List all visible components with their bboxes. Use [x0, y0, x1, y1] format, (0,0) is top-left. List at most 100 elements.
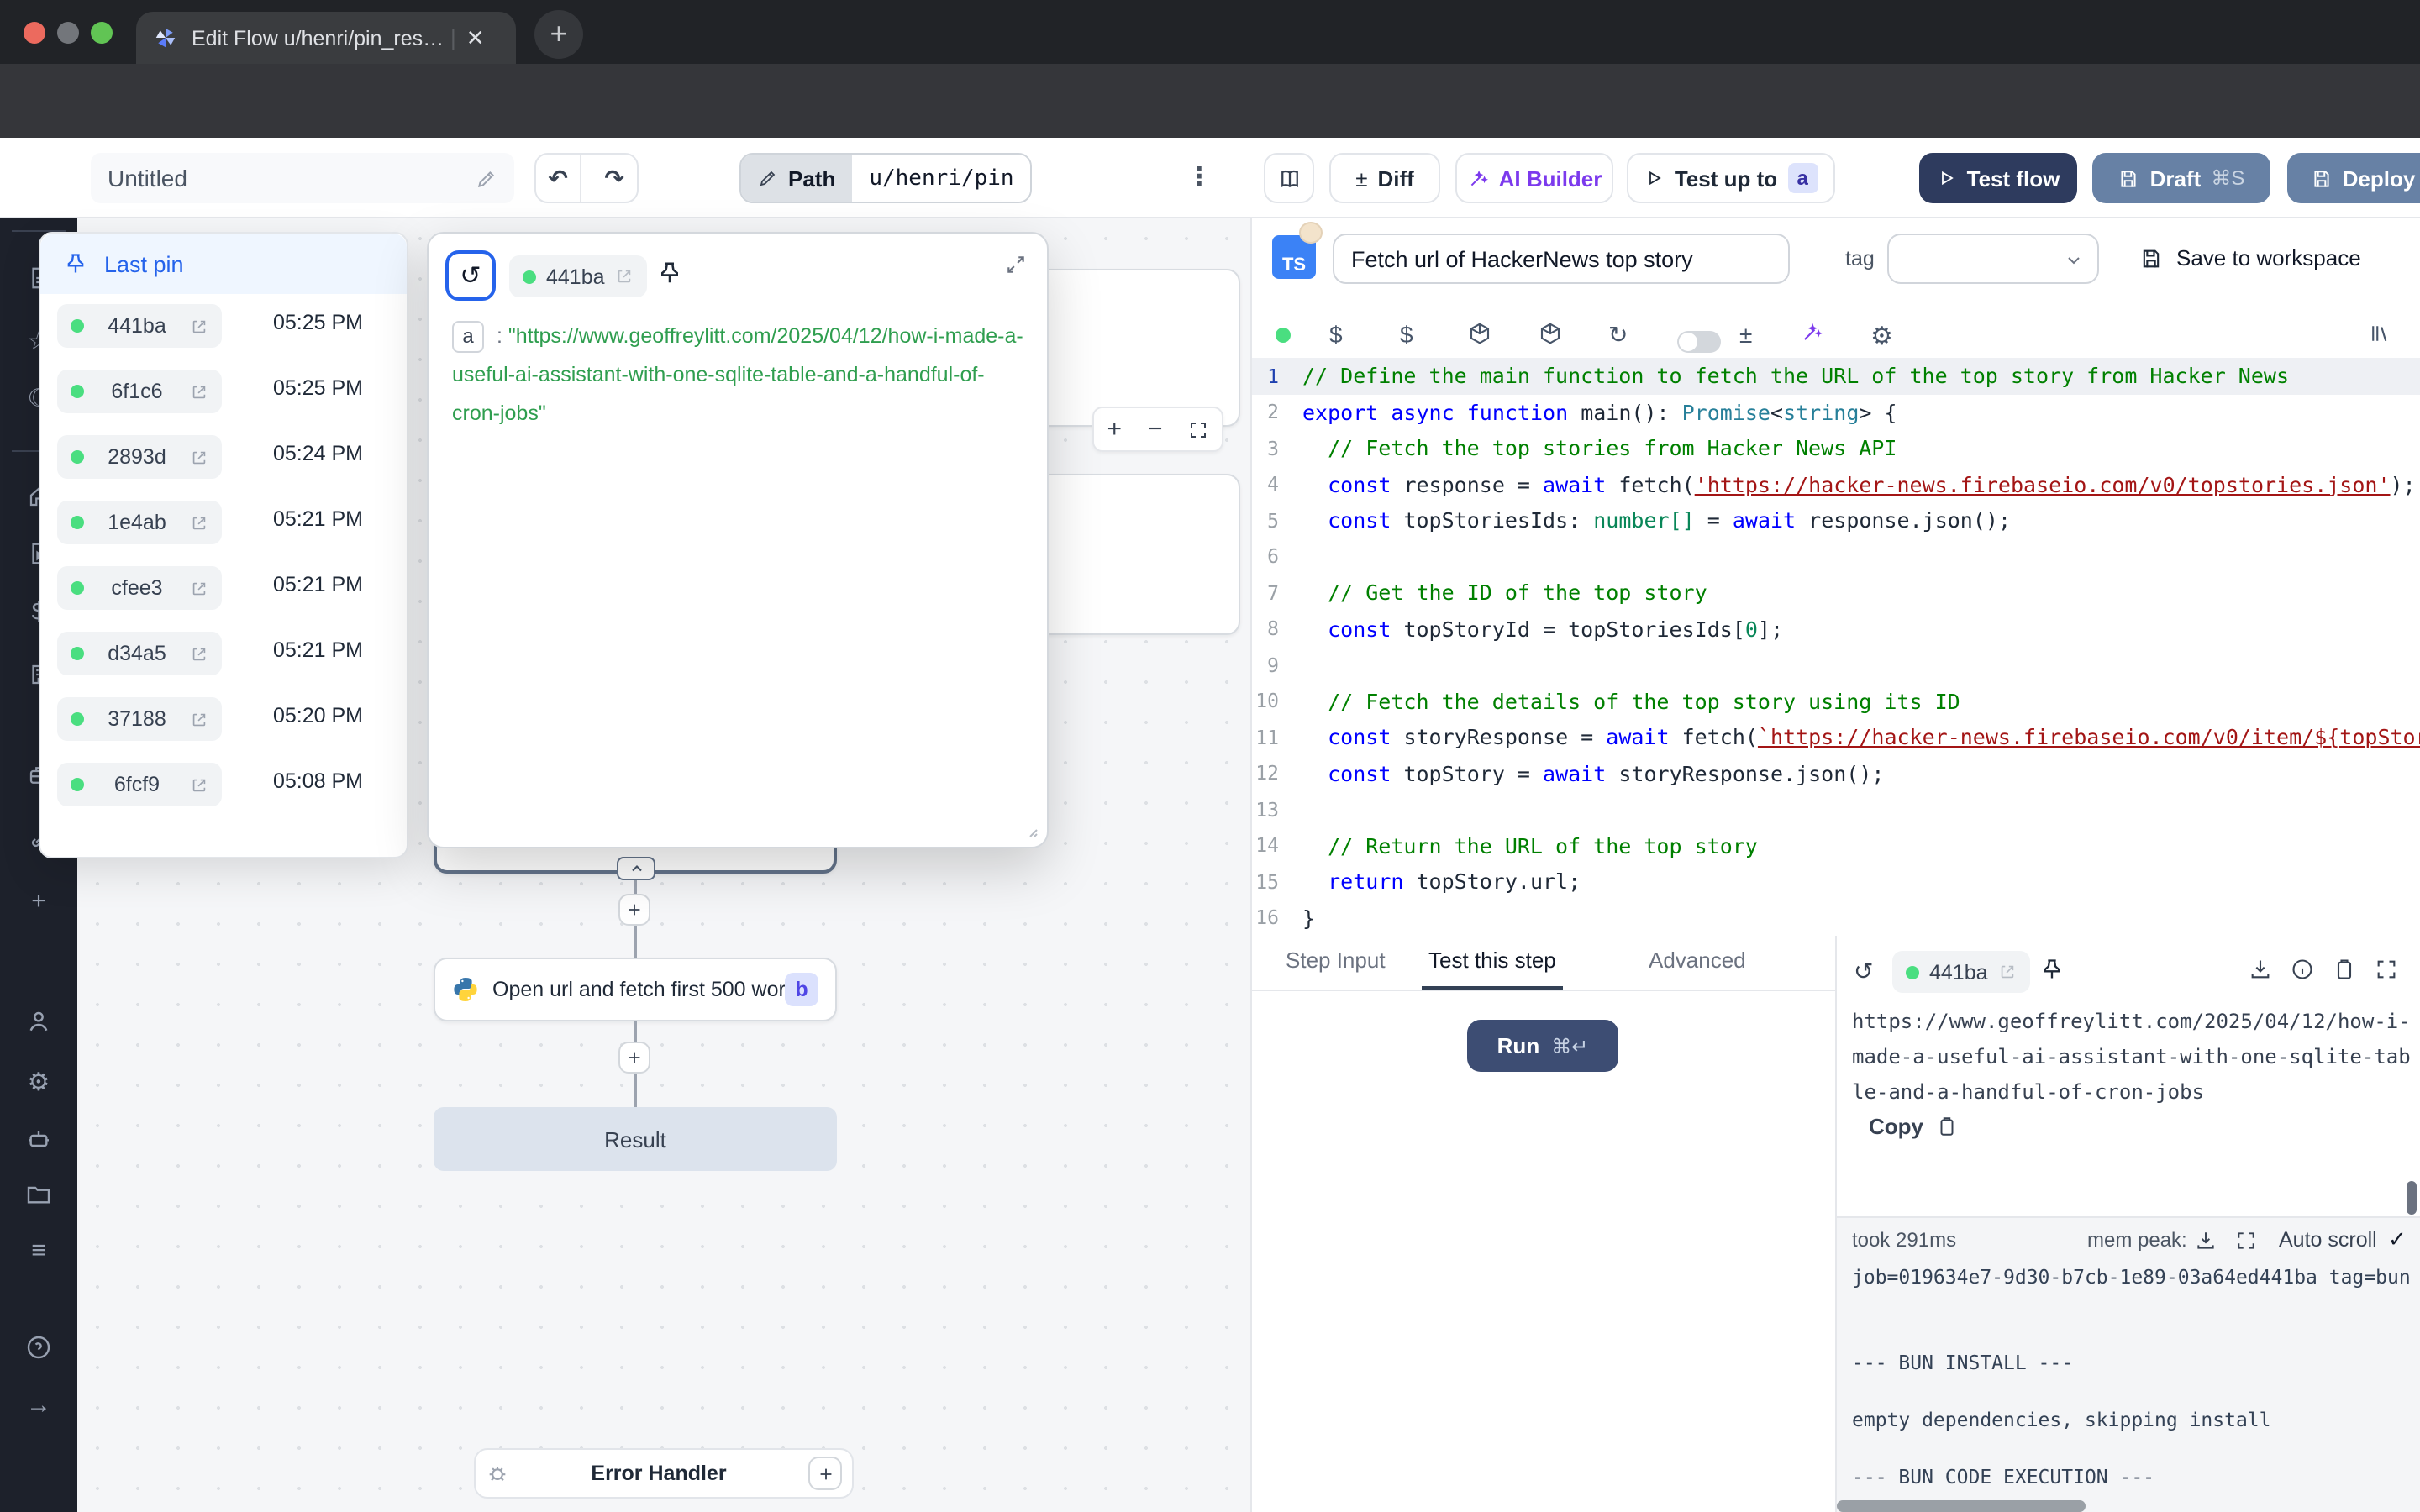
sidebar-collapse-icon[interactable]: →: [0, 1391, 77, 1420]
pin-id-pill[interactable]: 441ba: [57, 304, 222, 348]
add-error-handler-button[interactable]: [808, 1457, 842, 1490]
external-link-icon[interactable]: [190, 579, 208, 597]
code-editor[interactable]: 1// Define the main function to fetch th…: [1252, 358, 2420, 936]
step-node-b[interactable]: Open url and fetch first 500 words of ..…: [434, 958, 837, 1021]
pin-id-pill[interactable]: 37188: [57, 697, 222, 741]
step-title-input[interactable]: [1333, 234, 1790, 284]
fullscreen-icon[interactable]: [2375, 958, 2398, 981]
pin-id-pill[interactable]: 2893d: [57, 435, 222, 479]
fullscreen-icon[interactable]: [2235, 1230, 2257, 1252]
external-link-icon[interactable]: [190, 644, 208, 663]
pin-id-pill[interactable]: 441ba: [509, 255, 647, 297]
collapse-chevron-up-icon[interactable]: [617, 857, 655, 880]
pin-list-item[interactable]: 441ba 05:25 PM: [40, 301, 407, 351]
new-tab-button[interactable]: +: [534, 10, 583, 59]
zoom-out-icon[interactable]: −: [1148, 415, 1163, 444]
draft-button[interactable]: Draft ⌘S: [2092, 153, 2270, 203]
external-link-icon[interactable]: [190, 710, 208, 728]
sidebar-item-add[interactable]: +: [0, 887, 77, 916]
package-icon[interactable]: [1538, 321, 1563, 346]
pin-list-item[interactable]: 2893d 05:24 PM: [40, 432, 407, 482]
sidebar-item-workers[interactable]: [0, 1126, 77, 1152]
pin-id-pill[interactable]: 6f1c6: [57, 370, 222, 413]
settings-gear-icon[interactable]: ⚙: [1870, 321, 1893, 351]
pin-list-item[interactable]: 1e4ab 05:21 PM: [40, 497, 407, 548]
pin-icon[interactable]: [2040, 958, 2064, 981]
download-icon[interactable]: [2195, 1230, 2217, 1252]
auto-scroll-label[interactable]: Auto scroll: [2279, 1228, 2377, 1252]
ai-wand-icon[interactable]: [1800, 321, 1823, 344]
save-to-workspace-button[interactable]: Save to workspace: [2139, 245, 2361, 270]
window-close-button[interactable]: [24, 22, 45, 44]
download-icon[interactable]: [2249, 958, 2272, 981]
pin-id-pill[interactable]: d34a5: [57, 632, 222, 675]
deploy-button[interactable]: Deploy: [2287, 153, 2420, 203]
edit-pencil-icon[interactable]: [476, 167, 497, 189]
tab-test-this-step[interactable]: Test this step: [1428, 948, 1556, 973]
info-icon[interactable]: [2291, 958, 2314, 981]
diff-icon[interactable]: ±: [1739, 321, 1752, 348]
flow-name-field[interactable]: Untitled: [91, 153, 514, 203]
sidebar-item-account[interactable]: [0, 1008, 77, 1035]
pin-icon[interactable]: [657, 260, 682, 286]
log-panel[interactable]: took 291ms mem peak: 2 Auto scroll ✓ job…: [1837, 1216, 2420, 1512]
resources-icon[interactable]: $: [1400, 321, 1413, 348]
tab-step-input[interactable]: Step Input: [1286, 948, 1386, 973]
history-button[interactable]: ↺: [445, 250, 496, 301]
clipboard-icon[interactable]: [2333, 958, 2356, 981]
pin-list-item[interactable]: cfee3 05:21 PM: [40, 563, 407, 613]
history-icon[interactable]: ↺: [1854, 958, 1873, 986]
insert-step-button[interactable]: [618, 894, 650, 926]
sidebar-item-folders[interactable]: [0, 1181, 77, 1208]
result-pin-pill[interactable]: 441ba: [1892, 951, 2030, 993]
test-up-to-button[interactable]: Test up to a: [1627, 153, 1835, 203]
library-icon[interactable]: [2368, 321, 2393, 346]
variables-icon[interactable]: $: [1329, 321, 1343, 348]
ai-builder-button[interactable]: AI Builder: [1455, 153, 1613, 203]
pin-id-pill[interactable]: 6fcf9: [57, 763, 222, 806]
diff-button[interactable]: ± Diff: [1329, 153, 1440, 203]
window-zoom-button[interactable]: [91, 22, 113, 44]
resize-handle[interactable]: [1020, 820, 1040, 840]
sidebar-item-groups[interactable]: ≡: [0, 1236, 77, 1265]
copy-button[interactable]: Copy: [1869, 1114, 1957, 1139]
expand-icon[interactable]: [1005, 254, 1027, 276]
redo-button[interactable]: ↷: [592, 155, 637, 202]
horizontal-scrollbar-thumb[interactable]: [1837, 1500, 2086, 1512]
external-link-icon[interactable]: [190, 775, 208, 794]
fit-view-icon[interactable]: [1188, 419, 1208, 439]
pin-list-item[interactable]: 37188 05:20 PM: [40, 694, 407, 744]
external-link-icon[interactable]: [190, 382, 208, 401]
tab-advanced[interactable]: Advanced: [1649, 948, 1746, 973]
result-node[interactable]: Result: [434, 1107, 837, 1171]
package-icon[interactable]: [1467, 321, 1492, 346]
test-flow-button[interactable]: Test flow: [1919, 153, 2077, 203]
sidebar-item-help[interactable]: [0, 1334, 77, 1361]
diff-mode-toggle[interactable]: [1677, 331, 1721, 353]
external-link-icon[interactable]: [1998, 963, 2017, 981]
pin-list-item[interactable]: 6f1c6 05:25 PM: [40, 366, 407, 417]
error-handler-node[interactable]: Error Handler: [474, 1448, 854, 1499]
insert-step-button[interactable]: [618, 1042, 650, 1074]
sidebar-item-settings[interactable]: ⚙: [0, 1067, 77, 1097]
external-link-icon[interactable]: [190, 448, 208, 466]
external-link-icon[interactable]: [615, 267, 634, 286]
pin-id-pill[interactable]: 1e4ab: [57, 501, 222, 544]
reload-icon[interactable]: ↻: [1608, 321, 1628, 349]
pin-list-item[interactable]: d34a5 05:21 PM: [40, 628, 407, 679]
tag-select[interactable]: [1887, 234, 2099, 284]
browser-tab[interactable]: Edit Flow u/henri/pin_results | ✕: [136, 12, 516, 64]
tab-close-icon[interactable]: ✕: [466, 24, 485, 51]
docs-button[interactable]: [1264, 153, 1314, 203]
vertical-scrollbar-thumb[interactable]: [2407, 1181, 2417, 1215]
zoom-in-icon[interactable]: +: [1107, 415, 1122, 444]
run-button[interactable]: Run⌘↵: [1467, 1020, 1618, 1072]
pin-list-item[interactable]: 6fcf9 05:08 PM: [40, 759, 407, 810]
more-options-icon[interactable]: ⋮: [1186, 161, 1212, 192]
path-button[interactable]: Path u/henri/pin: [739, 153, 1033, 203]
external-link-icon[interactable]: [190, 317, 208, 335]
external-link-icon[interactable]: [190, 513, 208, 532]
window-minimize-button[interactable]: [57, 22, 79, 44]
pin-id-pill[interactable]: cfee3: [57, 566, 222, 610]
undo-button[interactable]: ↶: [536, 155, 581, 202]
